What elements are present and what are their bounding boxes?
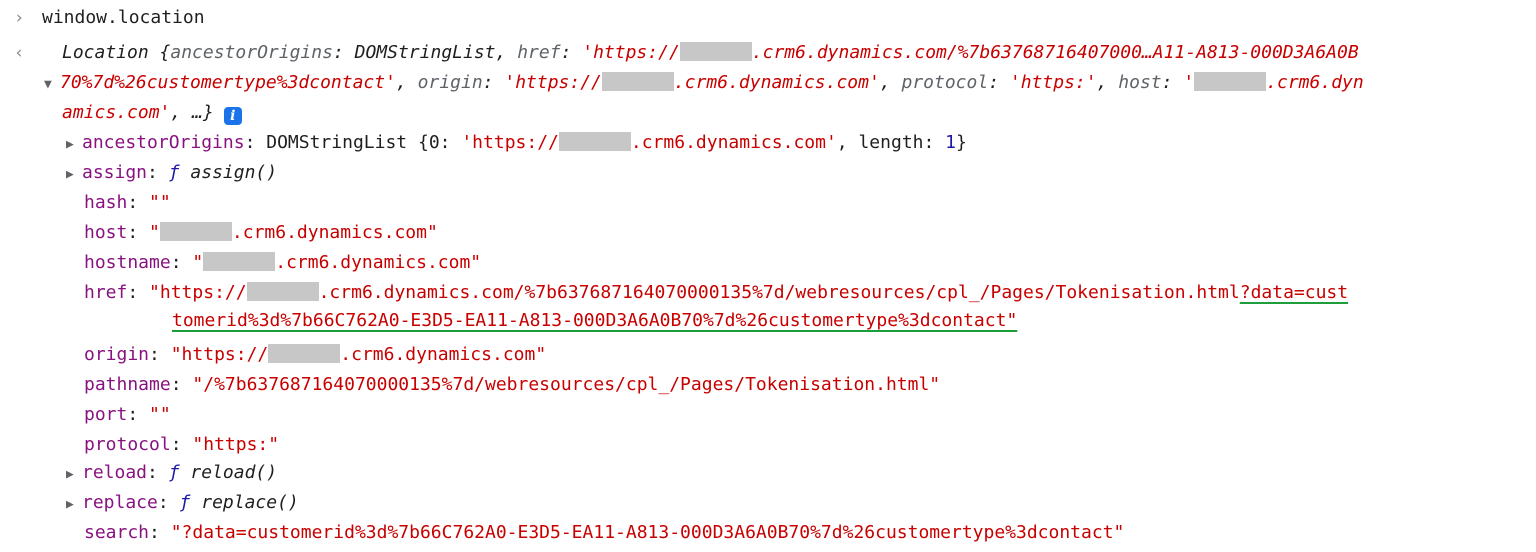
location-summary-1[interactable]: Location {ancestorOrigins: DOMStringList… xyxy=(62,38,1359,68)
prop-key: assign xyxy=(82,162,148,183)
prop-punct: {0: xyxy=(417,132,462,153)
redacted-block xyxy=(268,344,341,363)
highlighted-query: tomerid%3d%7b66C762A0-E3D5-EA11-A813-000… xyxy=(172,310,1018,331)
summary-prefix: Location { xyxy=(62,42,171,63)
prop-key: ancestorOrigins xyxy=(82,132,245,153)
prop-string: .crm6.dynamics.com" xyxy=(340,344,547,365)
redacted-block xyxy=(558,132,631,151)
prop-string: "https:// xyxy=(149,282,247,303)
prop-ancestor-origins[interactable]: ▶ ancestorOrigins: DOMStringList {0: 'htt… xyxy=(66,128,967,158)
prop-key: reload xyxy=(82,462,148,483)
summary-key: ancestorOrigins xyxy=(170,42,333,63)
prop-string: " xyxy=(192,252,204,273)
prop-punct: } xyxy=(956,132,967,153)
highlighted-query: ?data=cust xyxy=(1239,282,1349,303)
summary-string: amics.com' xyxy=(62,102,171,123)
prop-key: hash xyxy=(84,192,128,213)
prop-pathname: pathname: "/%7b637687164070000135%7d/web… xyxy=(84,374,941,395)
prop-string: "https:// xyxy=(170,344,269,365)
prop-origin: origin: "https://.crm6.dynamics.com" xyxy=(84,344,547,365)
location-summary-3: amics.com', …} i xyxy=(62,98,242,128)
prop-string: "?data=customerid%3d%7b66C762A0-E3D5-EA1… xyxy=(170,522,1125,543)
prop-key: hostname xyxy=(84,252,171,273)
prop-host: host: " .crm6.dynamics.com" xyxy=(84,222,438,243)
prop-hostname: hostname: " .crm6.dynamics.com" xyxy=(84,252,482,273)
prop-string: "/%7b637687164070000135%7d/webresources/… xyxy=(192,374,941,395)
triangle-right-icon[interactable]: ▶ xyxy=(66,130,82,160)
console-command: window.location xyxy=(42,7,205,28)
prop-string: .crm6.dynamics.com/%7b637687164070000135… xyxy=(318,282,1240,303)
prop-number: 1 xyxy=(945,132,957,153)
redacted-block xyxy=(679,42,752,61)
prop-search: search: "?data=customerid%3d%7b66C762A0-… xyxy=(84,522,1125,543)
prop-string: .crm6.dynamics.com' xyxy=(630,132,837,153)
result-arrow-icon: ‹ xyxy=(14,43,25,63)
prop-key: href xyxy=(84,282,128,303)
info-icon[interactable]: i xyxy=(223,107,242,125)
prop-key: host xyxy=(84,222,128,243)
prop-protocol: protocol: "https:" xyxy=(84,434,280,455)
summary-string: 70%7d%26customertype%3dcontact' xyxy=(60,72,396,93)
prop-punct: , length: xyxy=(836,132,946,153)
redacted-block xyxy=(159,222,232,241)
prop-string: "" xyxy=(149,192,171,213)
summary-string: 'https:// xyxy=(504,72,602,93)
summary-string: .crm6.dynamics.com/%7b63768716407000…A11… xyxy=(751,42,1359,63)
redacted-block xyxy=(601,72,674,91)
prop-string: "https:" xyxy=(192,434,280,455)
triangle-down-icon[interactable]: ▼ xyxy=(44,70,60,100)
redacted-block xyxy=(246,282,319,301)
chevron-right-icon: › xyxy=(14,8,25,28)
prop-key: protocol xyxy=(84,434,171,455)
prop-key: search xyxy=(84,522,150,543)
prop-key: origin xyxy=(84,344,150,365)
summary-string: .crm6.dyn xyxy=(1266,72,1364,93)
summary-key: host xyxy=(1118,72,1162,93)
prop-port: port: "" xyxy=(84,404,171,425)
prop-string: "" xyxy=(149,404,171,425)
prop-href-cont: tomerid%3d%7b66C762A0-E3D5-EA11-A813-000… xyxy=(172,306,1017,336)
summary-string: ' xyxy=(1183,72,1195,93)
prop-hash: hash: "" xyxy=(84,192,171,213)
prop-reload[interactable]: ▶ reload: ƒ reload() xyxy=(66,458,277,488)
summary-key: protocol xyxy=(901,72,989,93)
redacted-block xyxy=(203,252,276,271)
redacted-block xyxy=(1194,72,1267,91)
prop-replace[interactable]: ▶ replace: ƒ replace() xyxy=(66,488,299,518)
function-icon: ƒ xyxy=(168,162,180,183)
prop-assign[interactable]: ▶ assign: ƒ assign() xyxy=(66,158,277,188)
summary-key: origin xyxy=(417,72,483,93)
prop-key: replace xyxy=(82,492,158,513)
function-icon: ƒ xyxy=(168,462,180,483)
triangle-right-icon[interactable]: ▶ xyxy=(66,490,82,520)
prop-string: .crm6.dynamics.com" xyxy=(231,222,438,243)
prop-type: DOMStringList xyxy=(266,132,408,153)
function-icon: ƒ xyxy=(179,492,191,513)
summary-value: DOMStringList xyxy=(354,42,496,63)
prop-key: pathname xyxy=(84,374,171,395)
triangle-right-icon[interactable]: ▶ xyxy=(66,460,82,490)
prop-key: port xyxy=(84,404,128,425)
summary-string: .crm6.dynamics.com' xyxy=(673,72,880,93)
location-summary-2[interactable]: ▼ 70%7d%26customertype%3dcontact', origin… xyxy=(44,68,1364,98)
prop-string: " xyxy=(149,222,160,243)
prop-href: href: "https://.crm6.dynamics.com/%7b637… xyxy=(84,282,1349,303)
summary-key: href xyxy=(517,42,561,63)
prop-function: replace() xyxy=(201,492,299,513)
triangle-right-icon[interactable]: ▶ xyxy=(66,160,82,190)
summary-suffix: , …} xyxy=(170,102,214,123)
summary-string: 'https:// xyxy=(582,42,680,63)
prop-string: .crm6.dynamics.com" xyxy=(275,252,482,273)
prop-function: reload() xyxy=(190,462,278,483)
summary-string: 'https:' xyxy=(1009,72,1097,93)
prop-string: 'https:// xyxy=(461,132,559,153)
prop-function: assign() xyxy=(190,162,278,183)
